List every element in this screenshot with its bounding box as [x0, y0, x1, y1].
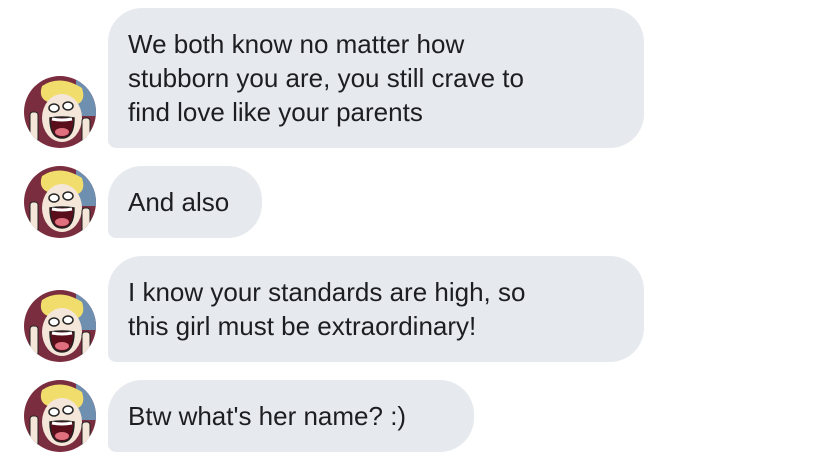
message-bubble[interactable]: We both know no matter how stubborn you …	[108, 8, 644, 148]
avatar-icon[interactable]	[24, 380, 96, 452]
message-text: stubborn you are, you still crave to	[128, 63, 524, 93]
avatar-icon[interactable]	[24, 76, 96, 148]
message-text: We both know no matter how	[128, 29, 465, 59]
message-text: this girl must be extraordinary!	[128, 311, 477, 341]
message-text: Btw what's her name? :)	[128, 401, 407, 431]
avatar-icon[interactable]	[24, 290, 96, 362]
message-text: And also	[128, 187, 230, 217]
avatar-icon[interactable]	[24, 166, 96, 238]
message-text: find love like your parents	[128, 97, 423, 127]
message-bubble[interactable]: And also	[108, 166, 262, 238]
message-bubble[interactable]: Btw what's her name? :)	[108, 380, 474, 452]
message-text: I know your standards are high, so	[128, 277, 526, 307]
message-bubble[interactable]: I know your standards are high, so this …	[108, 256, 644, 362]
